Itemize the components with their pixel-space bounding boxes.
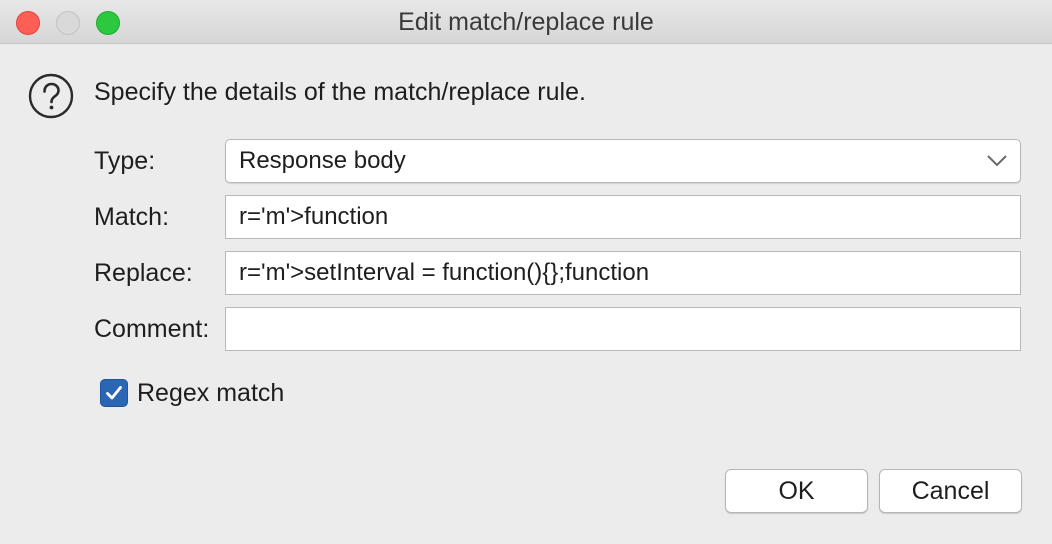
window-title: Edit match/replace rule	[398, 8, 654, 36]
type-select[interactable]: Response body	[225, 139, 1021, 183]
replace-label: Replace:	[94, 259, 193, 287]
comment-input[interactable]	[225, 307, 1021, 351]
dialog-prompt: Specify the details of the match/replace…	[94, 78, 586, 106]
question-mark-icon	[28, 73, 74, 119]
dialog-window: Edit match/replace rule Specify the deta…	[0, 0, 1052, 544]
cancel-button[interactable]: Cancel	[879, 469, 1022, 513]
checkmark-icon	[106, 386, 122, 400]
match-input[interactable]: r='m'>function	[225, 195, 1021, 239]
title-bar[interactable]: Edit match/replace rule	[0, 0, 1052, 44]
regex-match-label[interactable]: Regex match	[137, 375, 284, 411]
replace-input[interactable]: r='m'>setInterval = function(){};functio…	[225, 251, 1021, 295]
ok-button[interactable]: OK	[725, 469, 868, 513]
type-select-value: Response body	[239, 147, 406, 174]
chevron-down-icon	[987, 155, 1007, 167]
comment-label: Comment:	[94, 315, 210, 343]
match-label: Match:	[94, 203, 170, 231]
type-label: Type:	[94, 147, 156, 175]
regex-match-checkbox[interactable]	[100, 379, 128, 407]
